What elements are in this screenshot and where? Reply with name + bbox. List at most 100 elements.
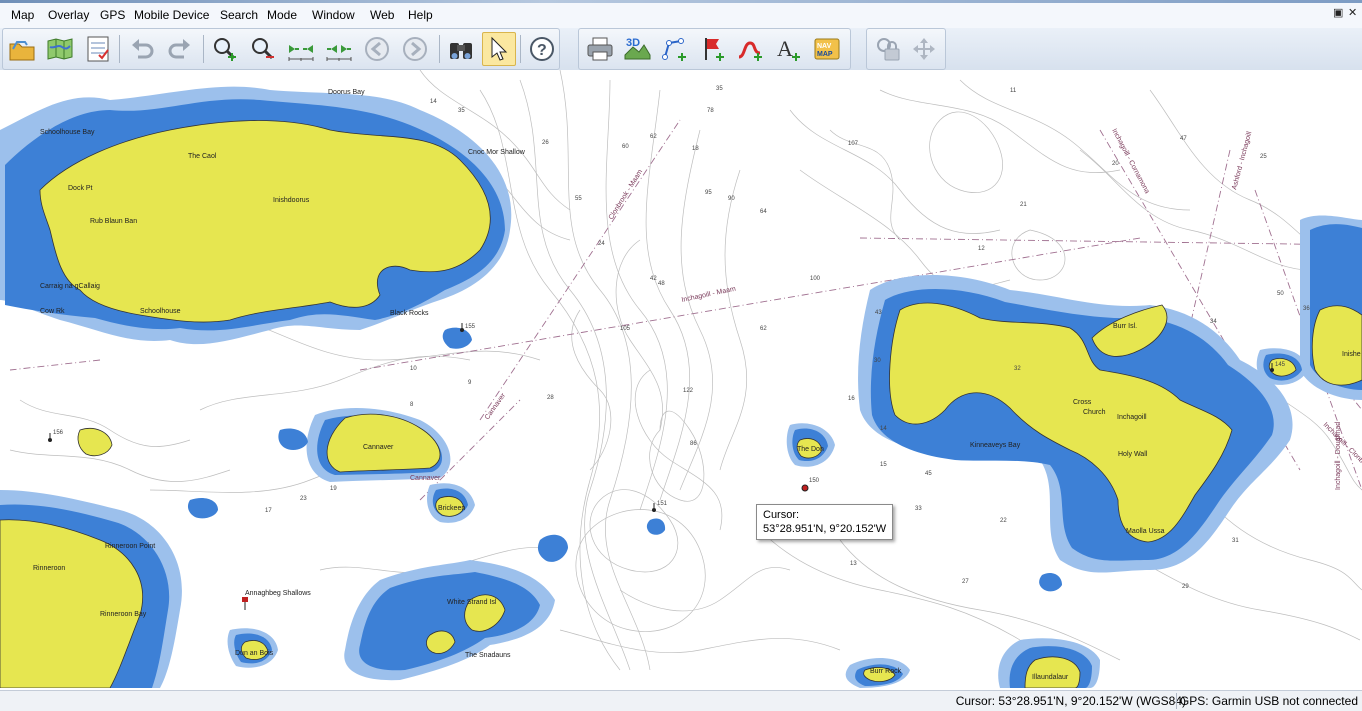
restore-button[interactable]: ▣: [1333, 6, 1343, 19]
undo-button[interactable]: [125, 32, 159, 66]
track-button[interactable]: [734, 32, 768, 66]
depth-sounding: 33: [915, 506, 922, 512]
text-button[interactable]: A: [772, 32, 806, 66]
label-the-snadauns: The Snadauns: [465, 652, 511, 659]
label-brickeen: Brickeen: [438, 505, 465, 512]
zoom-in-button[interactable]: [208, 32, 242, 66]
depth-sounding: 78: [707, 108, 714, 114]
menu-gps[interactable]: GPS: [97, 5, 128, 25]
menu-mode[interactable]: Mode: [264, 5, 300, 25]
depth-sounding: 45: [925, 471, 932, 477]
depth-sounding: 28: [547, 395, 554, 401]
label-burr-isl: Burr Isl.: [1113, 323, 1137, 330]
label-the-don: The Don: [797, 446, 824, 453]
depth-sounding: 15: [880, 462, 887, 468]
depth-sounding: 36: [1303, 306, 1310, 312]
toolbar-group-tools: 3D A NAV MAP: [578, 28, 851, 70]
depth-sounding: 16: [848, 396, 855, 402]
arrows-in-icon: [288, 45, 314, 61]
close-button[interactable]: ✕: [1348, 6, 1357, 19]
label-inishdoorus: Inishdoorus: [273, 197, 310, 204]
menu-window[interactable]: Window: [309, 5, 358, 25]
depth-sounding: 90: [728, 196, 735, 202]
map-icon: [47, 38, 73, 60]
depth-sounding: 86: [690, 441, 697, 447]
svg-text:MAP: MAP: [817, 51, 833, 58]
label-rub-blaun-ban: Rub Blaun Ban: [90, 218, 137, 225]
route-button[interactable]: [658, 32, 692, 66]
menu-search[interactable]: Search: [217, 5, 261, 25]
label-white-strand-isl: White Strand Isl: [447, 599, 497, 606]
label-schoolhouse-bay: Schoolhouse Bay: [40, 129, 95, 136]
3d-view-icon: 3D: [624, 37, 651, 60]
zoom-out-button[interactable]: [246, 32, 280, 66]
label-cross: Cross: [1073, 399, 1092, 406]
status-bar: Cursor: 53°28.951'N, 9°20.152'W (WGS84) …: [0, 690, 1362, 711]
lock-button[interactable]: [871, 32, 905, 66]
back-button[interactable]: [360, 32, 394, 66]
depth-sounding: 62: [760, 326, 767, 332]
svg-text:?: ?: [537, 42, 547, 59]
depth-sounding: 48: [658, 281, 665, 287]
help-button[interactable]: ?: [525, 32, 559, 66]
redo-button[interactable]: [163, 32, 197, 66]
menu-web[interactable]: Web: [367, 5, 397, 25]
label-black-rocks: Black Rocks: [390, 310, 429, 317]
menu-help[interactable]: Help: [405, 5, 436, 25]
depth-sounding: 18: [692, 146, 699, 152]
depth-sounding: 32: [1014, 366, 1021, 372]
open-file-button[interactable]: [5, 32, 39, 66]
waypoint-button[interactable]: [696, 32, 730, 66]
3d-view-button[interactable]: 3D: [620, 32, 654, 66]
svg-text:NAV: NAV: [817, 43, 832, 50]
menu-map[interactable]: Map: [8, 5, 37, 25]
depth-sounding: 12: [978, 246, 985, 252]
arrows-out-icon: [326, 45, 352, 61]
move-icon: [913, 38, 935, 60]
depth-sounding: 14: [430, 99, 437, 105]
label-cow-rk: Cow Rk: [40, 308, 65, 315]
zoom-in-width-button[interactable]: [284, 32, 318, 66]
back-arrow-icon: [365, 37, 389, 61]
nautical-chart[interactable]: Schoolhouse Bay Doorus Bay The Caol Inis…: [0, 70, 1362, 688]
label-illaundalaur: Illaundalaur: [1032, 674, 1069, 681]
status-gps: GPS: Garmin USB not connected: [1179, 694, 1358, 708]
help-icon: ?: [530, 37, 554, 61]
undo-icon: [132, 39, 154, 59]
select-button[interactable]: [482, 32, 516, 66]
label-cannaver: Cannaver: [363, 444, 394, 451]
window-top-strip: [0, 0, 1362, 3]
zoom-out-width-button[interactable]: [322, 32, 356, 66]
depth-sounding: 95: [705, 190, 712, 196]
checklist-button[interactable]: [81, 32, 115, 66]
forward-button[interactable]: [398, 32, 432, 66]
find-button[interactable]: [444, 32, 478, 66]
print-button[interactable]: [583, 32, 617, 66]
navionics-map-button[interactable]: NAV MAP: [810, 32, 844, 66]
spot-height-156: 156: [53, 430, 64, 436]
spot-height-145: 145: [1275, 362, 1286, 368]
svg-text:A: A: [777, 36, 793, 61]
depth-sounding: 60: [622, 144, 629, 150]
cursor-tooltip: Cursor: 53°28.951'N, 9°20.152'W: [756, 504, 894, 540]
label-rinneroon-bay: Rinneroon Bay: [100, 611, 147, 618]
label-carraig-na-gcallaig: Carraig na gCallaig: [40, 283, 100, 290]
map-view-button[interactable]: [43, 32, 77, 66]
toolbar-group-edit: [866, 28, 946, 70]
forward-arrow-icon: [403, 37, 427, 61]
label-schoolhouse: Schoolhouse: [140, 308, 181, 315]
label-the-caol: The Caol: [188, 153, 217, 160]
spot-height-151: 151: [657, 501, 668, 507]
chart-map[interactable]: Schoolhouse Bay Doorus Bay The Caol Inis…: [0, 70, 1362, 688]
menu-overlay[interactable]: Overlay: [45, 5, 92, 25]
binoculars-icon: [450, 43, 472, 59]
depth-sounding: 14: [880, 426, 887, 432]
menu-mobile-device[interactable]: Mobile Device: [131, 5, 212, 25]
move-button[interactable]: [907, 32, 941, 66]
status-separator: [1176, 693, 1177, 709]
label-dock-pt: Dock Pt: [68, 185, 93, 192]
track-icon: [738, 41, 762, 61]
redo-icon: [168, 39, 190, 59]
depth-sounding: 100: [810, 276, 821, 282]
label-rinneroon-point: Rinneroon Point: [105, 543, 155, 550]
